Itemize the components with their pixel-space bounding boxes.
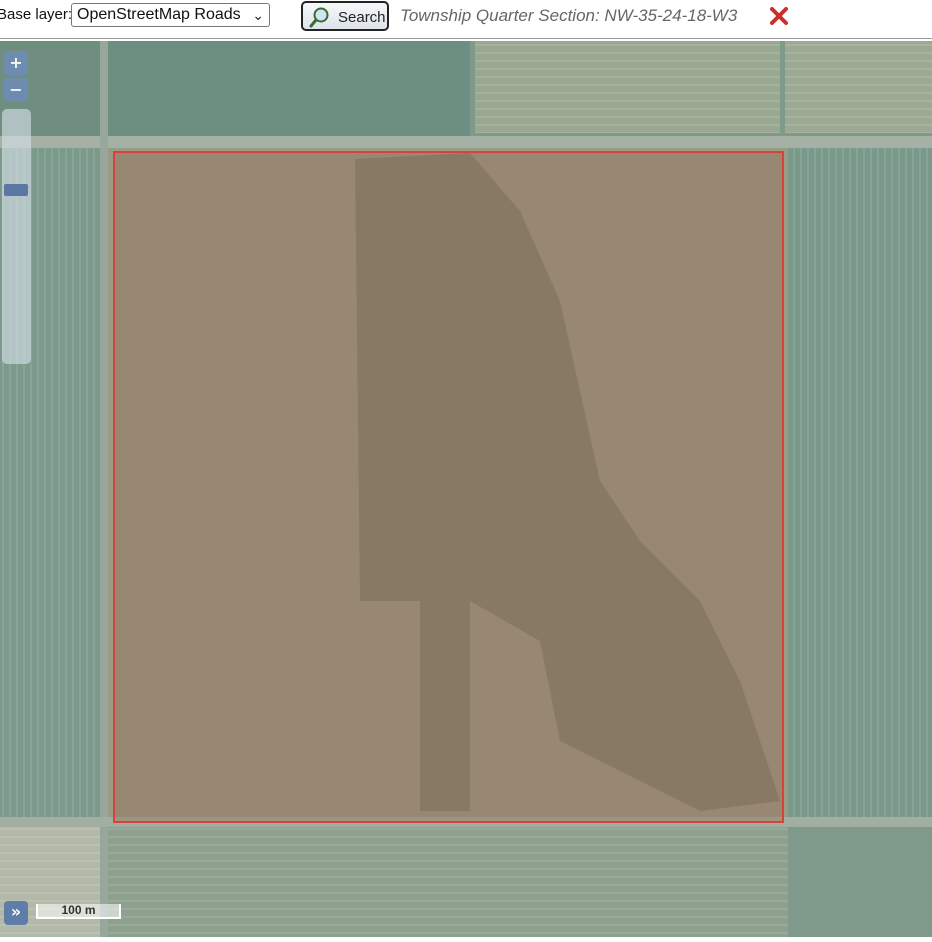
- scale-label: 100 m: [61, 903, 96, 917]
- zoom-slider-track[interactable]: [2, 109, 31, 364]
- base-layer-label: Base layer:: [0, 6, 73, 23]
- section-label: Township Quarter Section: NW-35-24-18-W3: [400, 6, 738, 25]
- zoom-out-icon: −: [9, 80, 23, 99]
- toolbar: Base layer: OpenStreetMap Roads ⌄ Search…: [0, 0, 932, 40]
- search-icon: [309, 7, 329, 28]
- zoom-slider-handle[interactable]: [4, 184, 28, 196]
- zoom-out-button[interactable]: −: [4, 78, 28, 102]
- base-layer-select[interactable]: OpenStreetMap Roads ⌄: [71, 3, 270, 27]
- zoom-in-icon: +: [9, 53, 23, 72]
- base-layer-value: OpenStreetMap Roads: [77, 6, 241, 23]
- map-view[interactable]: + − » 100 m: [0, 41, 932, 937]
- search-button[interactable]: Search: [301, 1, 389, 31]
- expand-icon: »: [10, 902, 22, 921]
- toolbar-divider: [0, 38, 932, 39]
- chevron-down-icon: ⌄: [252, 7, 264, 23]
- quarter-section-outline: [113, 151, 784, 823]
- zoom-in-button[interactable]: +: [4, 51, 28, 75]
- scale-bar: 100 m: [36, 904, 121, 919]
- close-icon[interactable]: [768, 3, 790, 27]
- layer-switcher-button[interactable]: »: [4, 901, 28, 925]
- search-button-label: Search: [338, 9, 386, 26]
